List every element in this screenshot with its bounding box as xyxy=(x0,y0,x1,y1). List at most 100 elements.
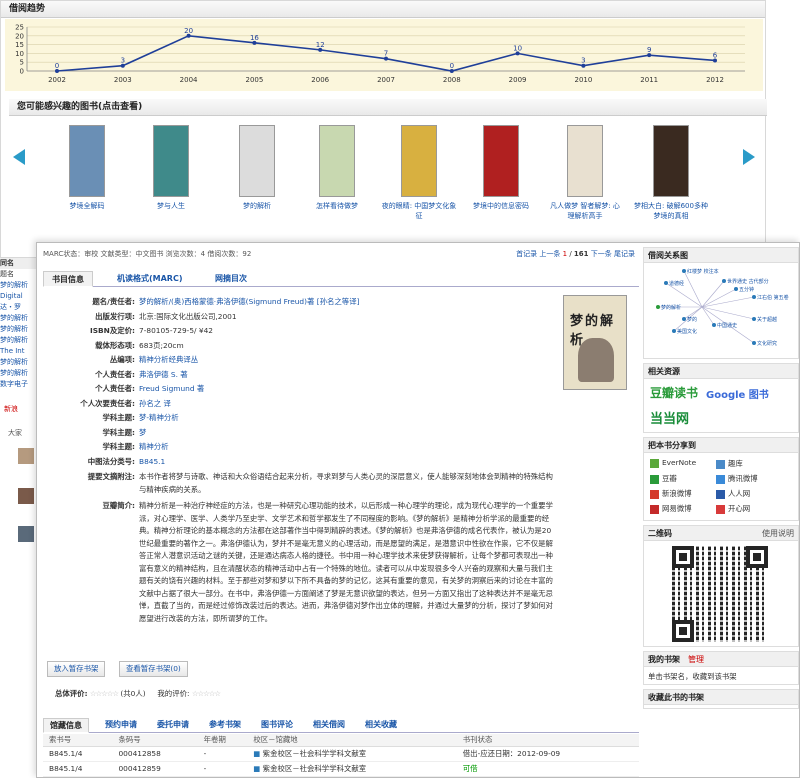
borrow-graph[interactable]: 红楼梦 校注本道德经 世界通史 古代部分五分钟江右伯 第五卷梦的解析梦的美国文化 中… xyxy=(644,263,798,357)
google-books-logo[interactable]: Google 图书 xyxy=(706,386,769,401)
list-item[interactable]: 梦的解析 xyxy=(0,280,36,291)
share-douban[interactable]: 豆瓣 xyxy=(650,473,677,484)
list-item[interactable]: The Int xyxy=(0,346,36,357)
tab-reference[interactable]: 参考书架 xyxy=(209,718,241,733)
field-value[interactable]: 精神分析经典译丛 xyxy=(139,355,198,364)
list-item[interactable]: Digital xyxy=(0,291,36,302)
graph-node-label[interactable]: 美国文化 xyxy=(677,328,697,335)
graph-node[interactable] xyxy=(682,269,686,273)
list-item[interactable]: 梦的解析 xyxy=(0,313,36,324)
graph-node-label[interactable]: 红楼梦 校注本 xyxy=(687,268,719,275)
tab-toc[interactable]: 网摘目次 xyxy=(207,271,255,287)
sina-label[interactable]: 新浪 xyxy=(4,404,36,418)
graph-node[interactable] xyxy=(734,287,738,291)
tab-reviews[interactable]: 图书评论 xyxy=(261,718,293,733)
next-arrow-icon[interactable] xyxy=(743,149,755,165)
book-title[interactable]: 夜的眼睛: 中国梦文化象征 xyxy=(381,201,457,221)
graph-node[interactable] xyxy=(672,329,676,333)
graph-node[interactable] xyxy=(682,317,686,321)
tab-entrust[interactable]: 委托申请 xyxy=(157,718,189,733)
graph-node-label[interactable]: 中国通史 xyxy=(717,322,737,329)
recommend-book[interactable]: 凡人做梦 智者解梦: 心理解析高手 xyxy=(547,125,623,221)
list-item[interactable]: 梦的解析 xyxy=(0,368,36,379)
book-title[interactable]: 梦的解析 xyxy=(219,201,295,211)
graph-node-label[interactable]: 五分钟 xyxy=(739,286,754,293)
recommend-book[interactable]: 怎样看待做梦 xyxy=(299,125,375,211)
graph-node-label[interactable]: 世界通史 古代部分 xyxy=(727,278,769,285)
share-renren[interactable]: 人人网 xyxy=(716,488,750,499)
book-title[interactable]: 梦境中的信息密码 xyxy=(463,201,539,211)
share-netease[interactable]: 网易微博 xyxy=(650,503,692,514)
graph-node-label[interactable]: 关于超越 xyxy=(757,316,777,323)
book-cover[interactable] xyxy=(153,125,189,197)
field-value[interactable]: 梦 xyxy=(139,428,146,437)
graph-node[interactable] xyxy=(752,317,756,321)
field-value[interactable]: 精神分析 xyxy=(139,442,169,451)
field-value[interactable]: 梦-精神分析 xyxy=(139,413,179,422)
share-tencent[interactable]: 腾讯微博 xyxy=(716,473,758,484)
tab-holdings[interactable]: 馆藏信息 xyxy=(43,718,89,733)
location[interactable]: 紫金校区－社会科学学科文献室 xyxy=(263,764,366,773)
list-item[interactable]: 梦的解析 xyxy=(0,324,36,335)
list-item[interactable]: 梦的解析 xyxy=(0,335,36,346)
graph-node[interactable] xyxy=(656,305,660,309)
graph-node-label[interactable]: 文化研究 xyxy=(757,340,777,347)
view-shelf-button[interactable]: 查看暂存书架(0) xyxy=(119,661,188,677)
graph-node[interactable] xyxy=(712,323,716,327)
graph-node[interactable] xyxy=(752,295,756,299)
field-value[interactable]: B845.1 xyxy=(139,457,165,466)
douban-book-logo[interactable]: 豆瓣读书 xyxy=(650,384,698,401)
location[interactable]: 紫金校区－社会科学学科文献室 xyxy=(263,749,366,758)
book-title[interactable]: 梦相大白: 破解600多种梦境的真相 xyxy=(633,201,709,221)
tab-related-borrow[interactable]: 相关借阅 xyxy=(313,718,345,733)
recommend-book[interactable]: 梦与人生 xyxy=(133,125,209,211)
tab-bibliographic[interactable]: 书目信息 xyxy=(43,271,93,287)
book-title[interactable]: 梦与人生 xyxy=(133,201,209,211)
last-record-link[interactable]: 尾记录 xyxy=(614,250,635,258)
list-item[interactable]: 达・罗 xyxy=(0,302,36,313)
share-sina[interactable]: 新浪微博 xyxy=(650,488,692,499)
tab-marc[interactable]: 机读格式(MARC) xyxy=(109,271,191,287)
field-value[interactable]: 弗洛伊德 S. 著 xyxy=(139,370,188,379)
book-cover[interactable] xyxy=(567,125,603,197)
graph-node[interactable] xyxy=(664,281,668,285)
add-to-shelf-button[interactable]: 放入暂存书架 xyxy=(47,661,106,677)
next-record-link[interactable]: 下一条 xyxy=(591,250,612,258)
recommend-book[interactable]: 梦境中的信息密码 xyxy=(463,125,539,211)
field-value[interactable]: Freud Sigmund 著 xyxy=(139,384,204,393)
book-title[interactable]: 梦境全解码 xyxy=(49,201,125,211)
prev-record-link[interactable]: 上一条 xyxy=(539,250,560,258)
graph-node-label[interactable]: 道德经 xyxy=(669,280,684,287)
my-rating-stars[interactable]: ☆☆☆☆☆ xyxy=(192,689,221,698)
book-cover[interactable] xyxy=(401,125,437,197)
graph-node[interactable] xyxy=(722,279,726,283)
book-title[interactable]: 怎样看待做梦 xyxy=(299,201,375,211)
prev-arrow-icon[interactable] xyxy=(13,149,25,165)
sina-tab[interactable]: 大家 xyxy=(8,428,22,438)
dangdang-logo[interactable]: 当当网 xyxy=(650,408,689,427)
graph-node-label[interactable]: 江右伯 第五卷 xyxy=(757,294,789,301)
tab-related-collect[interactable]: 相关收藏 xyxy=(365,718,397,733)
book-cover[interactable] xyxy=(483,125,519,197)
graph-node-label[interactable]: 梦的解析 xyxy=(661,304,681,311)
list-item[interactable]: 梦的解析 xyxy=(0,357,36,368)
share-evernote[interactable]: EverNote xyxy=(650,458,696,468)
field-value[interactable]: 梦的解析/(奥)西格蒙德·弗洛伊德(Sigmund Freud)著 [孙名之等译… xyxy=(139,297,359,306)
qr-help-link[interactable]: 使用说明 xyxy=(762,526,794,541)
first-record-link[interactable]: 首记录 xyxy=(516,250,537,258)
recommend-book[interactable]: 梦的解析 xyxy=(219,125,295,211)
recommend-book[interactable]: 夜的眼睛: 中国梦文化象征 xyxy=(381,125,457,221)
book-cover[interactable] xyxy=(69,125,105,197)
book-cover[interactable] xyxy=(653,125,689,197)
tab-reserve[interactable]: 预约申请 xyxy=(105,718,137,733)
share-quku[interactable]: 趣库 xyxy=(716,458,743,469)
field-value[interactable]: 孙名之 译 xyxy=(139,399,171,408)
list-item[interactable]: 数字电子 xyxy=(0,379,36,390)
recommend-book[interactable]: 梦境全解码 xyxy=(49,125,125,211)
manage-link[interactable]: 管理 xyxy=(688,655,704,664)
graph-node[interactable] xyxy=(752,341,756,345)
share-kaixin[interactable]: 开心网 xyxy=(716,503,750,514)
graph-node-label[interactable]: 梦的 xyxy=(687,316,697,323)
book-cover[interactable] xyxy=(319,125,355,197)
book-cover[interactable] xyxy=(239,125,275,197)
